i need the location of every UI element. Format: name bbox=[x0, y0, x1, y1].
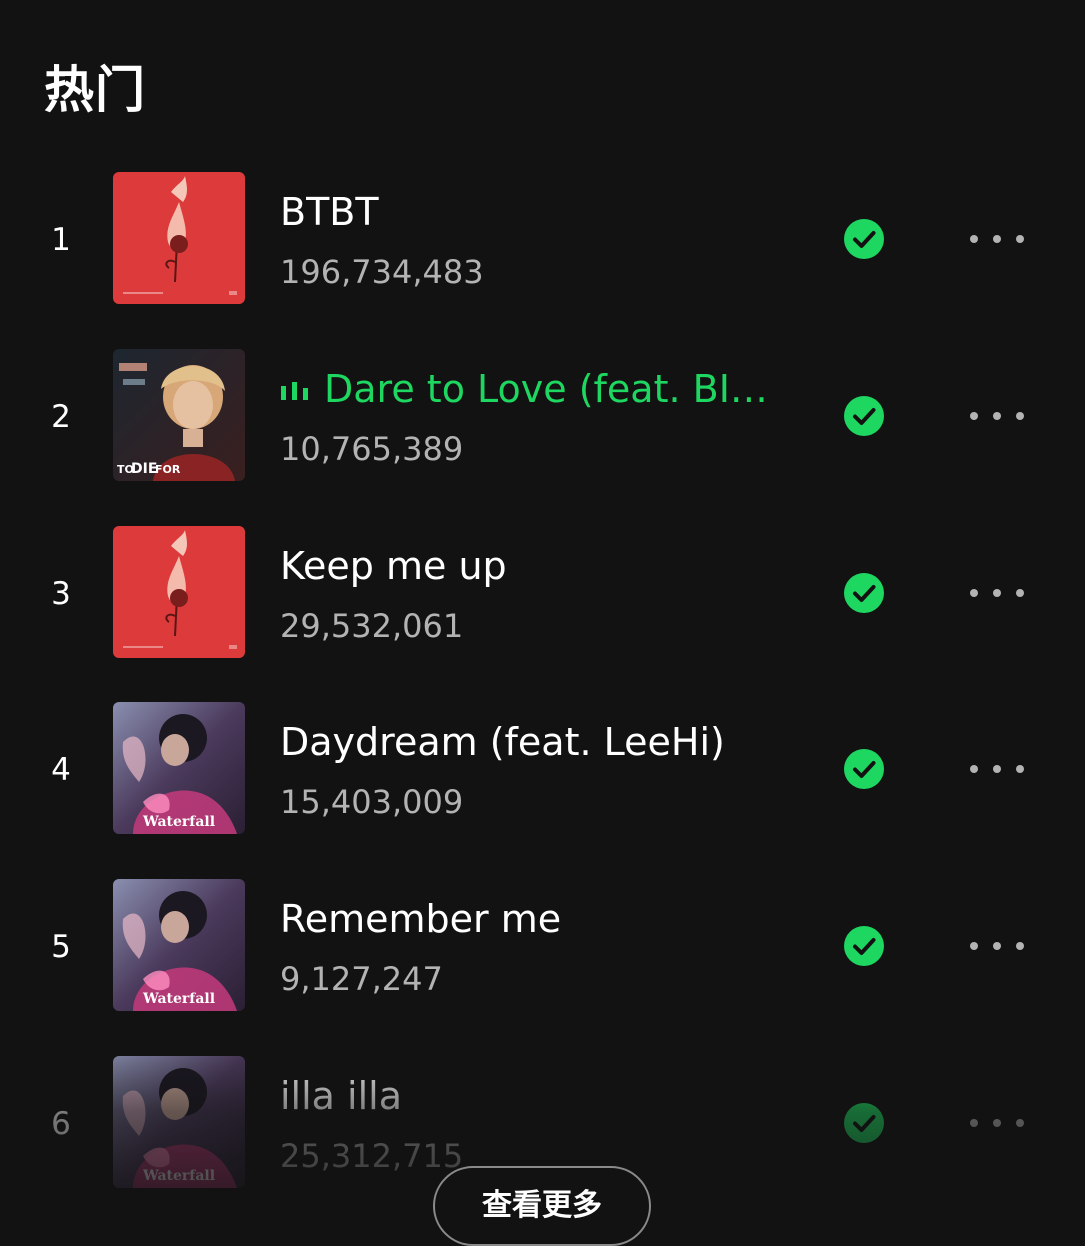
track-title-text: Dare to Love (feat. BIG... bbox=[324, 367, 780, 411]
track-row[interactable]: 2 TO DIE FOR Dare to Love (feat. BIG... … bbox=[0, 349, 1085, 499]
show-more-button[interactable]: 查看更多 bbox=[433, 1166, 651, 1246]
more-options-icon[interactable] bbox=[962, 1108, 1032, 1138]
check-circle-icon[interactable] bbox=[843, 748, 885, 790]
check-circle-icon[interactable] bbox=[843, 218, 885, 260]
track-title: illa illa bbox=[280, 1074, 402, 1118]
track-play-count: 15,403,009 bbox=[280, 783, 464, 821]
cover-text: Waterfall bbox=[142, 991, 215, 1007]
check-circle-icon[interactable] bbox=[843, 1102, 885, 1144]
cover-text: DIE bbox=[131, 461, 157, 477]
check-circle-icon[interactable] bbox=[843, 395, 885, 437]
track-title: BTBT bbox=[280, 190, 379, 234]
cover-text: FOR bbox=[155, 463, 181, 476]
album-cover-image bbox=[113, 172, 245, 304]
track-play-count: 25,312,715 bbox=[280, 1137, 464, 1175]
track-title: Keep me up bbox=[280, 544, 507, 588]
track-play-count: 29,532,061 bbox=[280, 607, 464, 645]
track-row[interactable]: 4 Waterfall Daydream (feat. LeeHi) 15,40… bbox=[0, 702, 1085, 852]
track-rank: 2 bbox=[51, 399, 71, 435]
track-rank: 3 bbox=[51, 576, 71, 612]
check-circle-icon[interactable] bbox=[843, 925, 885, 967]
track-play-count: 10,765,389 bbox=[280, 430, 464, 468]
album-cover-image: TO DIE FOR bbox=[113, 349, 245, 481]
track-row[interactable]: 1 BTBT 196,734,483 bbox=[0, 172, 1085, 322]
equalizer-icon bbox=[281, 381, 308, 400]
cover-text: Waterfall bbox=[142, 1168, 215, 1184]
track-row[interactable]: 5 Waterfall Remember me 9,127,247 bbox=[0, 879, 1085, 1029]
track-rank: 5 bbox=[51, 929, 71, 965]
track-list: 1 BTBT 196,734,483 2 TO DIE FOR Dare to … bbox=[0, 0, 1085, 1200]
album-cover-image: Waterfall bbox=[113, 879, 245, 1011]
track-title: Daydream (feat. LeeHi) bbox=[280, 720, 725, 764]
album-cover-image: Waterfall bbox=[113, 1056, 245, 1188]
track-row[interactable]: 3 Keep me up 29,532,061 bbox=[0, 526, 1085, 676]
track-rank: 6 bbox=[51, 1106, 71, 1142]
track-play-count: 9,127,247 bbox=[280, 960, 443, 998]
cover-text: Waterfall bbox=[142, 814, 215, 830]
more-options-icon[interactable] bbox=[962, 401, 1032, 431]
more-options-icon[interactable] bbox=[962, 224, 1032, 254]
more-options-icon[interactable] bbox=[962, 578, 1032, 608]
more-options-icon[interactable] bbox=[962, 931, 1032, 961]
track-rank: 4 bbox=[51, 752, 71, 788]
album-cover-image bbox=[113, 526, 245, 658]
track-title: Remember me bbox=[280, 897, 562, 941]
track-play-count: 196,734,483 bbox=[280, 253, 484, 291]
check-circle-icon[interactable] bbox=[843, 572, 885, 614]
track-title-playing: Dare to Love (feat. BIG... bbox=[280, 365, 780, 413]
album-cover-image: Waterfall bbox=[113, 702, 245, 834]
more-options-icon[interactable] bbox=[962, 754, 1032, 784]
track-rank: 1 bbox=[51, 222, 71, 258]
